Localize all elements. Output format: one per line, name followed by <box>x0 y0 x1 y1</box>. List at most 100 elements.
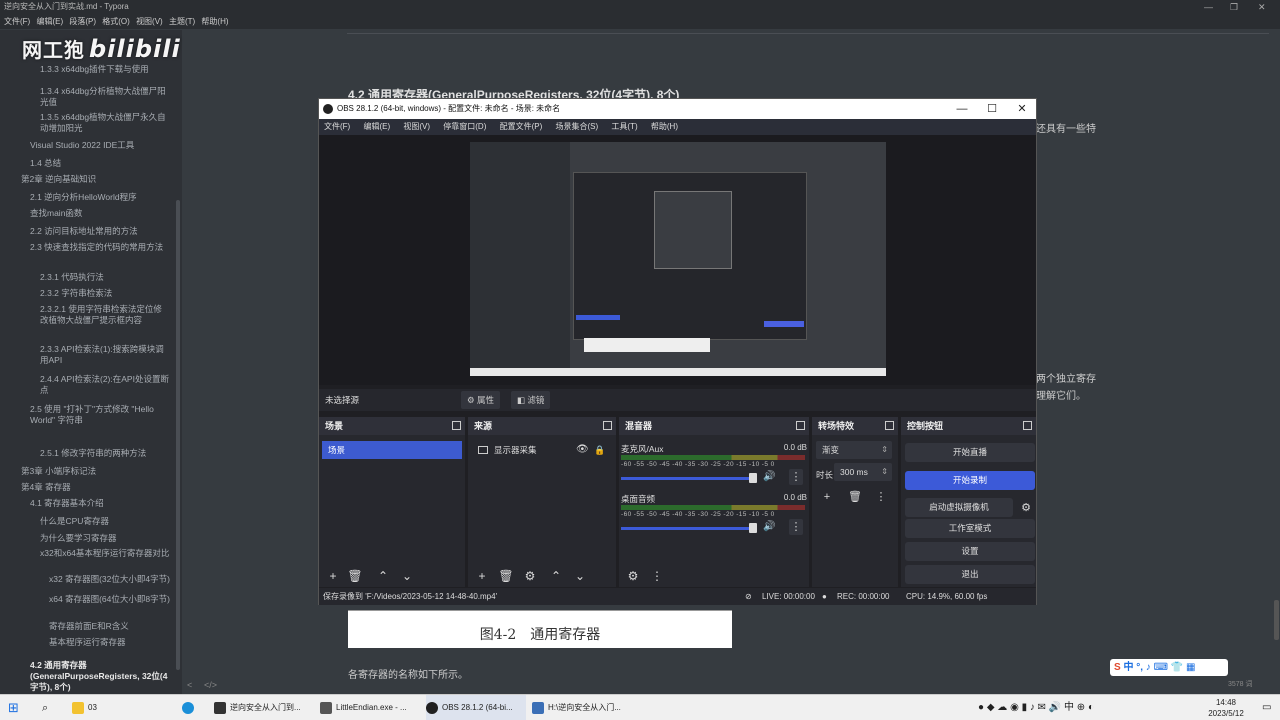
menu-docks[interactable]: 停靠窗口(D) <box>443 122 486 131</box>
toc-item[interactable]: 基本程序运行寄存器 <box>49 637 170 648</box>
taskbar-item-obs[interactable]: OBS 28.1.2 (64-bi... <box>426 695 526 720</box>
trash-icon[interactable]: 🗑 <box>846 489 864 505</box>
toc-item[interactable]: 寄存器前面E和R含义 <box>49 621 170 632</box>
toc-item[interactable]: 1.4 总结 <box>30 158 170 169</box>
taskbar-item-edge[interactable] <box>182 695 204 720</box>
menu-theme[interactable]: 主题(T) <box>169 17 195 26</box>
gear-icon[interactable]: ⚙ <box>625 569 641 583</box>
toc-item[interactable]: 1.3.5 x64dbg植物大战僵尸永久自动增加阳光 <box>40 112 170 134</box>
volume-slider-handle[interactable] <box>749 523 757 533</box>
toc-item[interactable]: 1.3.3 x64dbg插件下载与使用 <box>40 64 170 75</box>
menu-edit[interactable]: 编辑(E) <box>36 17 63 26</box>
menu-file[interactable]: 文件(F) <box>324 122 350 131</box>
tray-icons[interactable]: ● ◆ ☁ ◉ ▮ ♪ ✉ 🔊 中 ⊕ ◐ <box>978 695 1094 720</box>
settings-button[interactable]: 设置 <box>905 542 1035 561</box>
volume-slider[interactable] <box>621 527 757 530</box>
clock[interactable]: 14:48 2023/5/12 <box>1200 697 1252 719</box>
toc-item[interactable]: x64 寄存器图(64位大小即8字节) <box>49 594 170 605</box>
taskbar-item-explorer[interactable]: H:\逆向安全从入门... <box>532 695 632 720</box>
menu-edit[interactable]: 编辑(E) <box>363 122 390 131</box>
toc-item[interactable]: 查找main函数 <box>30 208 170 219</box>
minimize-icon[interactable]: — <box>1204 0 1213 14</box>
menu-view[interactable]: 视图(V) <box>136 17 163 26</box>
volume-slider-handle[interactable] <box>749 473 757 483</box>
move-up-icon[interactable]: ⌃ <box>548 569 564 583</box>
menu-paragraph[interactable]: 段落(P) <box>69 17 96 26</box>
transition-select[interactable]: 渐变 ⇕ <box>816 441 892 459</box>
source-item[interactable]: 显示器采集 👁 🔒 <box>476 443 612 457</box>
trash-icon[interactable]: 🗑 <box>347 569 363 583</box>
studio-mode-button[interactable]: 工作室模式 <box>905 519 1035 538</box>
exit-button[interactable]: 退出 <box>905 565 1035 584</box>
menu-scene-collection[interactable]: 场景集合(S) <box>556 122 599 131</box>
toc-item[interactable]: 2.3.2 字符串检索法 <box>40 288 170 299</box>
close-icon[interactable]: ✕ <box>1008 99 1036 119</box>
toc-item[interactable]: 2.2 访问目标地址常用的方法 <box>30 226 170 237</box>
more-options-icon[interactable]: ⋮ <box>649 569 665 583</box>
preview-area[interactable] <box>319 135 1036 385</box>
add-icon[interactable]: + <box>325 569 341 583</box>
undock-icon[interactable] <box>796 421 805 430</box>
start-streaming-button[interactable]: 开始直播 <box>905 443 1035 462</box>
toc-item[interactable]: 2.5.1 修改字符串的两种方法 <box>40 448 170 459</box>
menu-view[interactable]: 视图(V) <box>403 122 430 131</box>
speaker-icon[interactable]: 🔊 <box>763 521 775 532</box>
toc-item[interactable]: 2.3.3 API检索法(1):搜索跨模块调用API <box>40 344 170 366</box>
ime-toolbar[interactable]: S 中 °, ♪ ⌨ 👕 ▦ <box>1110 659 1228 676</box>
sidebar-scrollbar[interactable] <box>176 200 180 670</box>
menu-file[interactable]: 文件(F) <box>4 17 30 26</box>
toc-item[interactable]: x32 寄存器图(32位大小即4字节) <box>49 574 170 585</box>
undock-icon[interactable] <box>885 421 894 430</box>
taskbar-item-folder[interactable]: 03 <box>72 695 172 720</box>
lock-icon[interactable]: 🔒 <box>594 443 605 457</box>
move-down-icon[interactable]: ⌄ <box>399 569 415 583</box>
toc-item[interactable]: 2.3.2.1 使用字符串检索法定位修改植物大战僵尸提示框内容 <box>40 304 170 326</box>
doc-scrollbar[interactable] <box>1274 600 1279 640</box>
undock-icon[interactable] <box>603 421 612 430</box>
menu-profile[interactable]: 配置文件(P) <box>500 122 543 131</box>
eye-icon[interactable]: 👁 <box>576 443 589 457</box>
gear-icon[interactable]: ⚙ <box>522 569 538 583</box>
toc-item[interactable]: 第2章 逆向基础知识 <box>21 174 170 185</box>
source-code-icon[interactable]: </> <box>204 676 217 694</box>
filters-button[interactable]: ◧ 滤镜 <box>511 391 551 409</box>
volume-slider[interactable] <box>621 477 757 480</box>
menu-help[interactable]: 帮助(H) <box>651 122 678 131</box>
notification-icon[interactable]: ▭ <box>1262 695 1271 720</box>
toc-item[interactable]: 4.1 寄存器基本介绍 <box>30 498 170 509</box>
speaker-icon[interactable]: 🔊 <box>763 471 775 482</box>
search-icon[interactable]: ⌕ <box>42 695 48 720</box>
properties-button[interactable]: ⚙ 属性 <box>461 391 500 409</box>
undock-icon[interactable] <box>452 421 461 430</box>
toc-item[interactable]: 第3章 小端序标记法 <box>21 466 170 477</box>
word-count[interactable]: 3578 词 <box>1228 676 1253 694</box>
add-icon[interactable]: + <box>818 489 836 505</box>
toc-item[interactable]: 为什么要学习寄存器 <box>40 533 170 544</box>
toc-item[interactable]: 4.2 通用寄存器(GeneralPurposeRegisters, 32位(4… <box>30 660 170 693</box>
windows-start-icon[interactable]: ⊞ <box>8 695 19 720</box>
gear-icon[interactable]: ⚙ <box>1018 500 1034 516</box>
toc-item[interactable]: 第4章 寄存器 <box>21 482 170 493</box>
minimize-icon[interactable]: — <box>948 99 976 119</box>
maximize-icon[interactable]: ☐ <box>978 99 1006 119</box>
scene-item[interactable]: 场景 <box>322 441 462 459</box>
toc-item[interactable]: 2.3 快速查找指定的代码的常用方法 <box>30 242 170 253</box>
add-icon[interactable]: + <box>474 569 490 583</box>
close-icon[interactable]: ✕ <box>1258 0 1266 14</box>
toc-item[interactable]: 什么是CPU寄存器 <box>40 516 170 527</box>
toc-item[interactable]: Visual Studio 2022 IDE工具 <box>30 140 170 151</box>
maximize-icon[interactable]: ❐ <box>1230 0 1238 14</box>
toc-item[interactable]: 2.3.1 代码执行法 <box>40 272 170 283</box>
more-options-icon[interactable]: ⋮ <box>789 519 803 535</box>
more-options-icon[interactable]: ⋮ <box>872 489 890 505</box>
preview-canvas[interactable] <box>470 142 886 376</box>
chevron-left-icon[interactable]: < <box>187 676 192 694</box>
toc-item[interactable]: 2.4.4 API检索法(2):在API处设置断点 <box>40 374 170 396</box>
menu-tools[interactable]: 工具(T) <box>611 122 637 131</box>
toc-item[interactable]: 2.1 逆向分析HelloWorld程序 <box>30 192 170 203</box>
more-options-icon[interactable]: ⋮ <box>789 469 803 485</box>
move-down-icon[interactable]: ⌄ <box>572 569 588 583</box>
undock-icon[interactable] <box>1023 421 1032 430</box>
taskbar-item-littleendian[interactable]: LittleEndian.exe - ... <box>320 695 420 720</box>
menu-help[interactable]: 帮助(H) <box>201 17 228 26</box>
